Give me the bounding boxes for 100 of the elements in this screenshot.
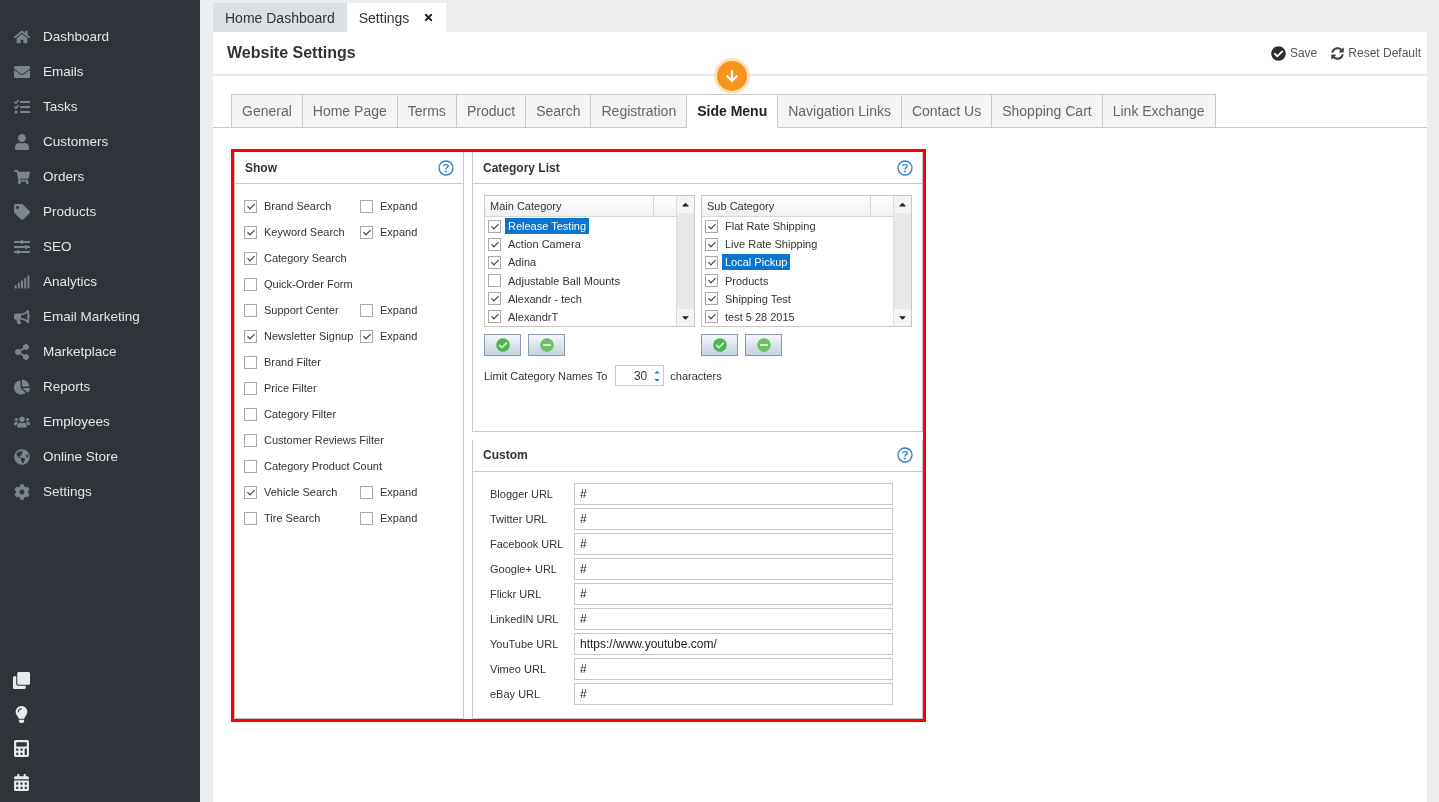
sidebar-item[interactable]: Customers [0,124,200,159]
checkbox[interactable] [488,219,501,233]
list-item[interactable]: Products [722,272,772,289]
sidebar-item[interactable]: SEO [0,229,200,264]
uncheck-all-button[interactable] [528,334,565,356]
sidebar-item[interactable]: Analytics [0,264,200,299]
checkbox[interactable] [244,303,257,317]
checkbox[interactable] [488,274,501,288]
list-item[interactable]: Release Testing [505,218,590,235]
sidebar-item[interactable]: Marketplace [0,334,200,369]
scroll-up-icon[interactable] [677,196,694,213]
calendar-icon[interactable] [13,774,31,792]
page-tab[interactable]: Home Dashboard [213,3,347,32]
reset-button[interactable]: Reset Default [1331,45,1421,61]
url-field[interactable]: # [574,582,893,605]
sidebar-item-label: Settings [43,484,92,499]
checkbox[interactable] [360,303,373,317]
close-icon[interactable] [423,12,435,23]
sidebar-item[interactable]: Settings [0,474,200,509]
checkbox[interactable] [244,511,257,525]
list-item[interactable]: Alexandr - tech [505,290,585,307]
calculator-icon[interactable] [13,740,31,758]
page-title: Website Settings [227,44,356,62]
sidebar-item[interactable]: Dashboard [0,19,200,54]
list-item[interactable]: Flat Rate Shipping [722,218,819,235]
check-all-button[interactable] [701,334,738,356]
checkbox[interactable] [488,255,501,269]
windows-icon[interactable] [13,672,31,690]
checkbox[interactable] [360,225,373,239]
section-tab[interactable]: Search [526,94,592,128]
sidebar-item[interactable]: Emails [0,54,200,89]
sidebar-item[interactable]: Tasks [0,89,200,124]
checkbox[interactable] [360,511,373,525]
scroll-down-icon[interactable] [677,309,694,326]
sidebar-item[interactable]: Orders [0,159,200,194]
save-button[interactable]: Save [1270,45,1318,61]
section-tab[interactable]: Terms [397,94,457,128]
section-tab[interactable]: Navigation Links [778,94,902,128]
checkbox[interactable] [244,407,257,421]
checkbox[interactable] [705,310,718,324]
checkbox[interactable] [360,485,373,499]
checkbox[interactable] [360,199,373,213]
checkbox[interactable] [244,329,257,343]
checkbox[interactable] [244,199,257,213]
scroll-down-icon[interactable] [894,309,911,326]
url-field[interactable]: # [574,532,893,555]
page-tab[interactable]: Settings [346,3,447,32]
list-item[interactable]: Shipping Test [722,290,794,307]
section-tab[interactable]: Product [456,94,527,128]
checkbox[interactable] [244,355,257,369]
sidebar-item[interactable]: Employees [0,404,200,439]
section-tab[interactable]: Link Exchange [1102,94,1216,128]
list-item[interactable]: Action Camera [505,236,584,253]
check-all-button[interactable] [484,334,521,356]
list-item[interactable]: Adjustable Ball Mounts [505,272,623,289]
checkbox[interactable] [705,219,718,233]
checkbox[interactable] [244,381,257,395]
url-field[interactable]: # [574,557,893,580]
url-field[interactable]: # [574,607,893,630]
list-item[interactable]: Live Rate Shipping [722,236,821,253]
checkbox[interactable] [488,237,501,251]
checkbox[interactable] [244,277,257,291]
section-tab[interactable]: Contact Us [901,94,993,128]
scrollbar[interactable] [893,196,911,326]
checkbox[interactable] [705,292,718,306]
checkbox[interactable] [705,255,718,269]
checkbox[interactable] [244,459,257,473]
checkbox[interactable] [705,237,718,251]
checkbox[interactable] [488,292,501,306]
url-field[interactable]: # [574,682,893,705]
scroll-up-icon[interactable] [894,196,911,213]
url-field[interactable]: https://www.youtube.com/ [574,632,893,655]
checkbox[interactable] [244,225,257,239]
url-field[interactable]: # [574,507,893,530]
url-field[interactable]: # [574,482,893,505]
number-spinner[interactable]: 30 [615,365,665,386]
section-tab[interactable]: Registration [591,94,688,128]
checkbox[interactable] [705,274,718,288]
checkbox[interactable] [244,485,257,499]
uncheck-all-button[interactable] [745,334,782,356]
section-tab[interactable]: Home Page [302,94,398,128]
sidebar-item[interactable]: Products [0,194,200,229]
checkbox[interactable] [488,310,501,324]
section-tab[interactable]: General [231,94,303,128]
list-item[interactable]: test 5 28 2015 [722,308,798,325]
sidebar-item[interactable]: Email Marketing [0,299,200,334]
list-item[interactable]: AlexandrT [505,308,562,325]
checkbox[interactable] [244,433,257,447]
list-item[interactable]: Adina [505,254,540,271]
help-icon[interactable] [897,159,913,176]
scrollbar[interactable] [676,196,694,326]
list-item[interactable]: Local Pickup [722,254,791,271]
url-field[interactable]: # [574,657,893,680]
sidebar-item[interactable]: Online Store [0,439,200,474]
checkbox[interactable] [360,329,373,343]
checkbox[interactable] [244,251,257,265]
section-tab[interactable]: Shopping Cart [992,94,1103,128]
help-icon[interactable] [897,447,913,463]
sidebar-item[interactable]: Reports [0,369,200,404]
help-icon[interactable] [438,159,454,176]
